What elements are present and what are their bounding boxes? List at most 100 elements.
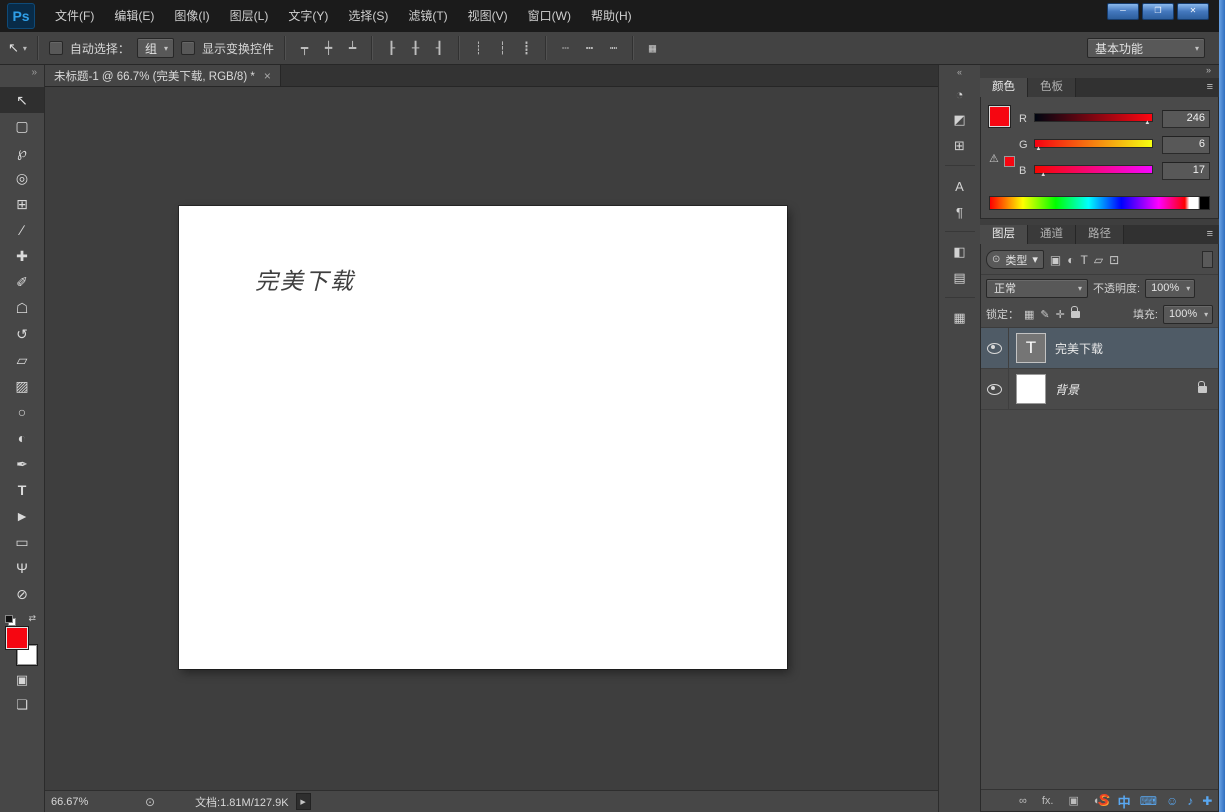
quick-selection-tool[interactable]: ◎	[0, 165, 44, 191]
menu-layer[interactable]: 图层(L)	[220, 0, 279, 32]
panel-menu-icon[interactable]: ≡	[1207, 228, 1213, 240]
zoom-tool[interactable]: ⊘	[0, 581, 44, 607]
expand-dock-icon[interactable]: «	[939, 65, 980, 81]
text-layer-thumbnail[interactable]: T	[1016, 333, 1046, 363]
visibility-cell[interactable]	[981, 369, 1009, 409]
foreground-color-chip[interactable]	[988, 105, 1011, 128]
ime-toolbox-icon[interactable]: ✚	[1202, 794, 1212, 808]
default-colors-icon[interactable]	[5, 615, 13, 623]
align-top-edges-icon[interactable]: ┯	[296, 41, 313, 55]
menu-file[interactable]: 文件(F)	[45, 0, 104, 32]
blend-mode-dropdown[interactable]: 正常 ▾	[986, 278, 1088, 298]
canvas-area[interactable]: 完美下载	[45, 87, 938, 790]
toolbar-collapse-icon[interactable]: »	[0, 65, 44, 78]
gamut-color-chip[interactable]	[1004, 156, 1015, 167]
screen-mode-button[interactable]: ❏	[0, 692, 44, 717]
dodge-tool[interactable]: ◐	[0, 425, 44, 451]
ime-mic-icon[interactable]: ♪	[1187, 794, 1193, 808]
path-selection-tool[interactable]: ►	[0, 503, 44, 529]
layer-row-background[interactable]: 背景	[981, 369, 1218, 410]
ime-emoji-icon[interactable]: ☺	[1166, 794, 1178, 808]
status-options-button[interactable]: ▶	[295, 793, 311, 810]
document-tab[interactable]: 未标题-1 @ 66.7% (完美下载, RGB/8) * ×	[45, 65, 281, 86]
distribute-top-edges-icon[interactable]: ┊	[470, 41, 487, 55]
ime-language-toggle[interactable]: 中	[1118, 792, 1131, 811]
paragraph-panel-icon[interactable]: ¶	[946, 200, 974, 224]
auto-select-checkbox[interactable]	[48, 41, 63, 55]
lock-image-pixels-icon[interactable]: ✎	[1040, 308, 1049, 321]
minimize-button[interactable]: ─	[1107, 3, 1139, 20]
eye-icon[interactable]	[987, 342, 1002, 354]
spot-healing-brush-tool[interactable]: ✚	[0, 243, 44, 269]
panel-menu-icon[interactable]: ≡	[1207, 81, 1213, 93]
history-brush-tool[interactable]: ↺	[0, 321, 44, 347]
align-bottom-edges-icon[interactable]: ┷	[344, 41, 361, 55]
align-horizontal-centers-icon[interactable]: ╂	[407, 41, 424, 55]
align-right-edges-icon[interactable]: ┨	[431, 41, 448, 55]
distribute-horizontal-centers-icon[interactable]: ┅	[581, 41, 598, 55]
distribute-left-edges-icon[interactable]: ┄	[557, 41, 574, 55]
blur-tool[interactable]: ○	[0, 399, 44, 425]
lock-position-icon[interactable]: ✛	[1056, 308, 1065, 321]
red-slider[interactable]: ▲	[1034, 112, 1153, 126]
document-canvas[interactable]: 完美下载	[179, 206, 787, 669]
workspace-switcher[interactable]: 基本功能 ▾	[1087, 38, 1205, 58]
zoom-level-field[interactable]: 66.67%	[51, 796, 107, 808]
blue-slider[interactable]: ▲	[1034, 164, 1153, 178]
auto-align-layers-icon[interactable]: ▦	[644, 41, 661, 55]
sogou-logo[interactable]: S	[1098, 792, 1109, 810]
foreground-color-swatch[interactable]	[5, 626, 29, 650]
type-tool[interactable]: T	[0, 477, 44, 503]
paragraph-styles-panel-icon[interactable]: ▤	[946, 266, 974, 290]
filter-adjustment-layers-icon[interactable]: ◐	[1067, 253, 1074, 267]
filter-switch[interactable]	[1202, 251, 1213, 268]
menu-filter[interactable]: 滤镜(T)	[398, 0, 457, 32]
align-left-edges-icon[interactable]: ┠	[383, 41, 400, 55]
layer-effects-icon[interactable]: fx.	[1042, 795, 1054, 807]
slider-thumb-icon[interactable]: ▲	[1036, 146, 1042, 152]
gradient-tool[interactable]: ▨	[0, 373, 44, 399]
fill-dropdown[interactable]: 100% ▾	[1163, 304, 1213, 324]
quick-mask-button[interactable]: ▣	[0, 667, 44, 692]
lock-all-icon[interactable]	[1070, 305, 1080, 318]
green-slider[interactable]: ▲	[1034, 138, 1153, 152]
green-value-field[interactable]: 6	[1162, 136, 1210, 154]
filter-smart-objects-icon[interactable]: ⊡	[1109, 253, 1119, 267]
auto-select-dropdown[interactable]: 组 ▾	[136, 38, 174, 58]
red-value-field[interactable]: 246	[1162, 110, 1210, 128]
slider-thumb-icon[interactable]: ▲	[1144, 120, 1150, 126]
menu-window[interactable]: 窗口(W)	[518, 0, 581, 32]
histogram-panel-icon[interactable]: ▦	[946, 306, 974, 330]
lock-transparent-pixels-icon[interactable]: ▦	[1024, 308, 1034, 321]
menu-image[interactable]: 图像(I)	[164, 0, 219, 32]
distribute-right-edges-icon[interactable]: ┉	[605, 41, 622, 55]
clone-stamp-tool[interactable]: ☖	[0, 295, 44, 321]
crop-tool[interactable]: ⊞	[0, 191, 44, 217]
character-styles-panel-icon[interactable]: ◧	[946, 240, 974, 264]
gamut-warning-icon[interactable]: ⚠	[989, 152, 999, 165]
swap-colors-icon[interactable]: ⇄	[28, 613, 36, 624]
collapse-dock-icon[interactable]: »	[980, 65, 1219, 78]
filter-type-layers-icon[interactable]: T	[1081, 253, 1088, 267]
color-spectrum-bar[interactable]	[989, 196, 1210, 210]
filter-shape-layers-icon[interactable]: ▱	[1094, 253, 1103, 267]
lasso-tool[interactable]: ℘	[0, 139, 44, 165]
styles-panel-icon[interactable]: ◩	[946, 108, 974, 132]
hand-tool[interactable]: Ψ	[0, 555, 44, 581]
blue-value-field[interactable]: 17	[1162, 162, 1210, 180]
move-tool[interactable]: ↖	[0, 87, 44, 113]
eraser-tool[interactable]: ▱	[0, 347, 44, 373]
link-layers-icon[interactable]: ∞	[1019, 795, 1027, 807]
close-tab-icon[interactable]: ×	[264, 69, 271, 83]
tab-paths[interactable]: 路径	[1076, 225, 1124, 244]
align-vertical-centers-icon[interactable]: ┿	[320, 41, 337, 55]
adjustments-panel-icon[interactable]: ◔	[946, 82, 974, 106]
show-transform-checkbox[interactable]	[180, 41, 195, 55]
brush-tool[interactable]: ✐	[0, 269, 44, 295]
menu-select[interactable]: 选择(S)	[338, 0, 398, 32]
layer-name[interactable]: 完美下载	[1055, 340, 1103, 357]
layer-filter-dropdown[interactable]: ⊙ 类型 ▾	[986, 250, 1044, 269]
distribute-vertical-centers-icon[interactable]: ┆	[494, 41, 511, 55]
eyedropper-tool[interactable]: ∕	[0, 217, 44, 243]
tab-color[interactable]: 颜色	[980, 78, 1028, 97]
